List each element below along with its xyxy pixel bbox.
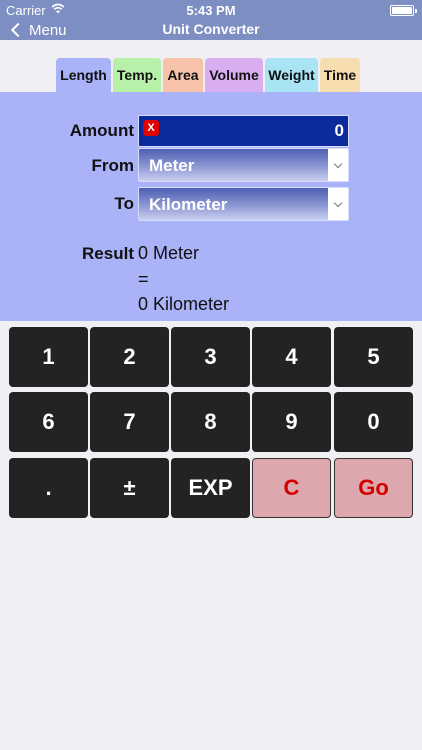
category-tabs: Length Temp. Area Volume Weight Time [56, 58, 360, 92]
result-equals: = [138, 269, 149, 289]
from-unit-select[interactable]: Meter [138, 148, 349, 182]
tab-time[interactable]: Time [320, 58, 360, 92]
amount-value: 0 [334, 121, 344, 140]
key-3[interactable]: 3 [171, 327, 250, 387]
tab-length[interactable]: Length [56, 58, 111, 92]
tab-area[interactable]: Area [163, 58, 203, 92]
tab-weight[interactable]: Weight [265, 58, 318, 92]
key-decimal[interactable]: . [9, 458, 88, 518]
go-button[interactable]: Go [334, 458, 413, 518]
battery-icon [390, 5, 417, 16]
chevron-down-icon [333, 159, 343, 168]
from-dropdown-arrow [328, 149, 348, 181]
from-label: From [91, 156, 135, 175]
key-0[interactable]: 0 [334, 392, 413, 452]
key-8[interactable]: 8 [171, 392, 250, 452]
result-label: Result [82, 244, 134, 263]
amount-input[interactable]: X 0 [138, 115, 349, 147]
to-dropdown-arrow [328, 188, 348, 220]
key-1[interactable]: 1 [9, 327, 88, 387]
amount-label: Amount [69, 121, 134, 140]
page-title: Unit Converter [162, 21, 260, 37]
key-2[interactable]: 2 [90, 327, 169, 387]
clear-amount-button[interactable]: X [143, 120, 159, 136]
chevron-down-icon [333, 198, 343, 207]
tab-volume[interactable]: Volume [205, 58, 263, 92]
status-bar: Carrier 5:43 PM [0, 0, 422, 20]
status-time: 5:43 PM [186, 3, 236, 18]
top-bar: Carrier 5:43 PM Menu Unit Converter [0, 0, 422, 40]
result-from-text: 0 Meter [138, 243, 200, 263]
nav-bar: Menu Unit Converter [0, 20, 422, 40]
key-7[interactable]: 7 [90, 392, 169, 452]
clear-button[interactable]: C [252, 458, 331, 518]
key-9[interactable]: 9 [252, 392, 331, 452]
key-6[interactable]: 6 [9, 392, 88, 452]
result-to-text: 0 Kilometer [138, 294, 230, 314]
to-unit-select[interactable]: Kilometer [138, 187, 349, 221]
key-4[interactable]: 4 [252, 327, 331, 387]
key-5[interactable]: 5 [334, 327, 413, 387]
to-label: To [114, 194, 134, 213]
tab-temperature[interactable]: Temp. [113, 58, 161, 92]
to-unit-value: Kilometer [149, 195, 228, 214]
key-exp[interactable]: EXP [171, 458, 250, 518]
from-unit-value: Meter [149, 156, 195, 175]
key-plus-minus[interactable]: ± [90, 458, 169, 518]
